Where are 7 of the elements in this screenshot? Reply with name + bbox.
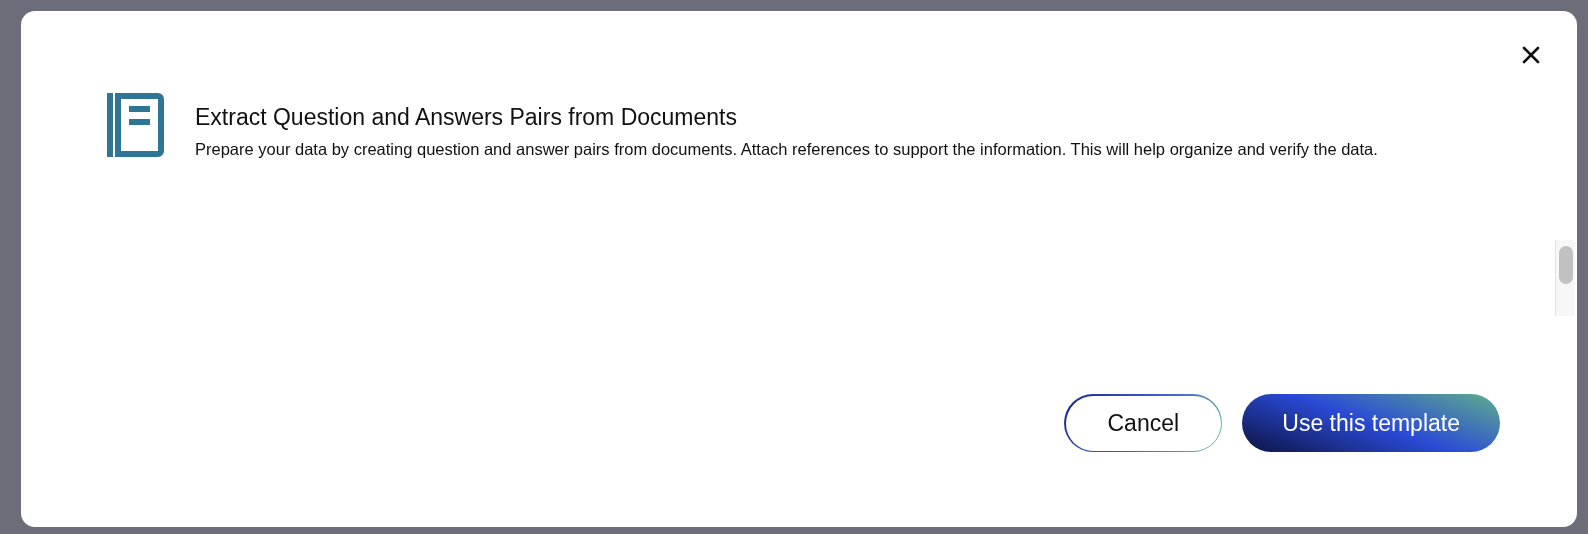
scrollbar-thumb[interactable] <box>1558 246 1573 284</box>
close-icon <box>1522 46 1540 64</box>
dialog-description: Prepare your data by creating question and answer pairs from documents. Attach references to support the information. This will help organize and verify the data. <box>195 139 1378 160</box>
use-template-button[interactable]: Use this template <box>1242 394 1500 452</box>
notebook-icon <box>107 93 164 157</box>
cancel-button[interactable]: Cancel <box>1065 395 1221 451</box>
dialog-title: Extract Question and Answers Pairs from Documents <box>195 103 738 131</box>
